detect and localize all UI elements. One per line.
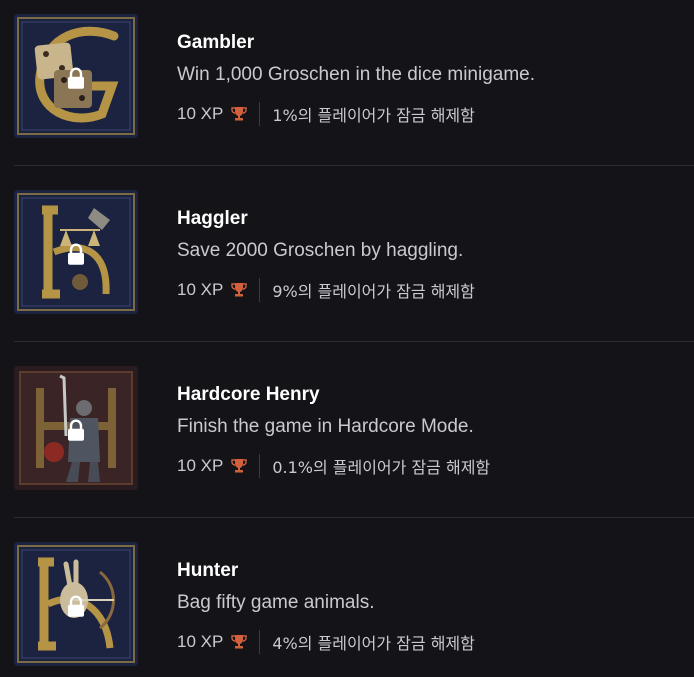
meta-divider: [259, 102, 261, 126]
achievement-description: Save 2000 Groschen by haggling.: [177, 240, 464, 261]
achievement-title: Hardcore Henry: [177, 384, 320, 405]
trophy-icon: [231, 283, 248, 297]
hare-archer-illuminated-letter-h-icon: [14, 542, 138, 666]
lock-icon: [68, 243, 84, 265]
unlock-rate: 4%의 플레이어가 잠금 해제함: [272, 634, 475, 653]
achievement-title: Hunter: [177, 560, 239, 581]
achievement-description: Bag fifty game animals.: [177, 592, 375, 613]
achievement-description: Finish the game in Hardcore Mode.: [177, 416, 474, 437]
unlock-rate: 0.1%의 플레이어가 잠금 해제함: [272, 458, 491, 477]
achievement-title: Haggler: [177, 208, 248, 229]
trophy-icon: [231, 459, 248, 473]
achievement-meta: 10 XP 9%의 플레이어가 잠금 해제함: [177, 278, 475, 302]
achievement-meta: 10 XP 1%의 플레이어가 잠금 해제함: [177, 102, 475, 126]
xp-value: 10 XP: [177, 280, 224, 299]
achievement-list: Gambler Win 1,000 Groschen in the dice m…: [0, 0, 694, 677]
achievement-meta: 10 XP 0.1%의 플레이어가 잠금 해제함: [177, 454, 490, 478]
meta-divider: [259, 454, 261, 478]
achievement-description: Win 1,000 Groschen in the dice minigame.: [177, 64, 536, 85]
row-divider: [14, 341, 694, 342]
achievement-row-hunter[interactable]: Hunter Bag fifty game animals. 10 XP 4%의…: [0, 528, 694, 677]
scales-illuminated-letter-h-icon: [14, 190, 138, 314]
achievement-title: Gambler: [177, 32, 255, 53]
knight-illuminated-letter-h-icon: [14, 366, 138, 490]
trophy-icon: [231, 635, 248, 649]
meta-divider: [259, 278, 261, 302]
dice-illuminated-letter-g-icon: [14, 14, 138, 138]
lock-icon: [68, 67, 84, 89]
achievement-row-gambler[interactable]: Gambler Win 1,000 Groschen in the dice m…: [0, 0, 694, 176]
unlock-rate: 1%의 플레이어가 잠금 해제함: [272, 106, 475, 125]
achievement-meta: 10 XP 4%의 플레이어가 잠금 해제함: [177, 630, 475, 654]
lock-icon: [68, 595, 84, 617]
meta-divider: [259, 630, 261, 654]
achievement-row-haggler[interactable]: Haggler Save 2000 Groschen by haggling. …: [0, 176, 694, 352]
row-divider: [14, 165, 694, 166]
lock-icon: [68, 419, 84, 441]
xp-value: 10 XP: [177, 104, 224, 123]
xp-value: 10 XP: [177, 632, 224, 651]
row-divider: [14, 517, 694, 518]
achievement-row-hardcore-henry[interactable]: Hardcore Henry Finish the game in Hardco…: [0, 352, 694, 528]
unlock-rate: 9%의 플레이어가 잠금 해제함: [272, 282, 475, 301]
xp-value: 10 XP: [177, 456, 224, 475]
trophy-icon: [231, 107, 248, 121]
